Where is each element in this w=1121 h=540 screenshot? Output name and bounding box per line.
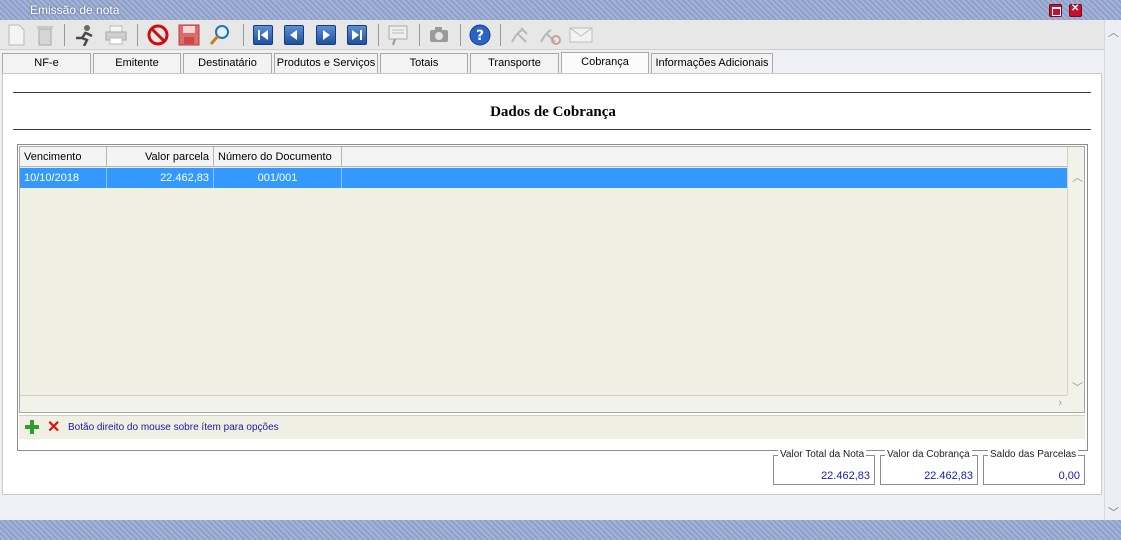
last-record-icon[interactable] bbox=[345, 23, 369, 47]
tab-informacoes-adicionais[interactable]: Informações Adicionais bbox=[651, 53, 773, 73]
close-button[interactable] bbox=[1069, 3, 1082, 17]
printer-icon[interactable] bbox=[104, 23, 128, 47]
new-document-icon[interactable] bbox=[4, 23, 28, 47]
tab-destinatario[interactable]: Destinatário bbox=[183, 53, 272, 73]
add-icon[interactable] bbox=[25, 420, 39, 434]
divider bbox=[13, 92, 1091, 93]
search-icon[interactable] bbox=[208, 23, 232, 47]
runner-icon[interactable] bbox=[72, 23, 96, 47]
column-header-valor-parcela[interactable]: Valor parcela bbox=[107, 147, 214, 167]
window-scrollbar[interactable]: ︿ ﹀ bbox=[1104, 20, 1121, 520]
parcelas-grid-box: Vencimento Valor parcela Número do Docum… bbox=[17, 144, 1088, 451]
first-record-icon[interactable] bbox=[251, 23, 275, 47]
valor-total-nota-label: Valor Total da Nota bbox=[778, 449, 867, 460]
preview-icon[interactable] bbox=[386, 23, 410, 47]
cell-valor-parcela: 22.462,83 bbox=[107, 168, 214, 188]
tab-totais[interactable]: Totais bbox=[380, 53, 468, 73]
camera-icon[interactable] bbox=[427, 23, 451, 47]
valor-total-nota-field: Valor Total da Nota 22.462,83 bbox=[773, 449, 875, 485]
window-titlebar: Emissão de nota bbox=[0, 0, 1121, 20]
divider bbox=[13, 129, 1091, 130]
column-header-numero-documento[interactable]: Número do Documento bbox=[214, 147, 342, 167]
saldo-parcelas-label: Saldo das Parcelas bbox=[988, 449, 1079, 460]
sign-icon[interactable] bbox=[508, 23, 532, 47]
trash-icon[interactable] bbox=[33, 23, 57, 47]
scroll-down-icon[interactable]: ﹀ bbox=[1072, 379, 1083, 395]
delete-icon[interactable]: ✕ bbox=[47, 416, 60, 440]
maximize-button[interactable] bbox=[1049, 4, 1062, 17]
tab-transporte[interactable]: Transporte bbox=[470, 53, 559, 73]
column-header-vencimento[interactable]: Vencimento bbox=[20, 147, 107, 167]
grid-hint-text: Botão direito do mouse sobre ítem para o… bbox=[68, 422, 279, 433]
grid-horizontal-scrollbar[interactable]: › bbox=[20, 395, 1068, 412]
valor-cobranca-label: Valor da Cobrança bbox=[885, 449, 972, 460]
tab-produtos-servicos[interactable]: Produtos e Serviços bbox=[274, 53, 378, 73]
grid-vertical-scrollbar[interactable]: ︿ ﹀ bbox=[1067, 147, 1084, 396]
scroll-up-icon[interactable]: ︿ bbox=[1072, 169, 1083, 185]
email-icon[interactable] bbox=[569, 23, 593, 47]
section-title: Dados de Cobrança bbox=[490, 104, 616, 120]
valor-cobranca-field: Valor da Cobrança 22.462,83 bbox=[880, 449, 978, 485]
window-bottom-bar bbox=[0, 520, 1121, 540]
cancel-icon[interactable] bbox=[146, 23, 170, 47]
cell-vencimento: 10/10/2018 bbox=[20, 168, 107, 188]
tab-emitente[interactable]: Emitente bbox=[93, 53, 181, 73]
saldo-parcelas-field: Saldo das Parcelas 0,00 bbox=[983, 449, 1085, 485]
next-record-icon[interactable] bbox=[314, 23, 338, 47]
help-icon[interactable]: ? bbox=[468, 23, 492, 47]
scrollbar-corner bbox=[1067, 395, 1084, 412]
cell-numero-documento: 001/001 bbox=[214, 168, 342, 188]
window-title: Emissão de nota bbox=[30, 3, 120, 17]
tab-nfe[interactable]: NF-e bbox=[2, 53, 91, 73]
valor-cobranca-value: 22.462,83 bbox=[924, 470, 973, 482]
sign-cancel-icon[interactable] bbox=[538, 23, 562, 47]
grid-header: Vencimento Valor parcela Número do Docum… bbox=[20, 147, 1068, 167]
scroll-right-icon[interactable]: › bbox=[1058, 397, 1062, 409]
save-icon[interactable] bbox=[177, 23, 201, 47]
parcelas-grid: Vencimento Valor parcela Número do Docum… bbox=[19, 146, 1085, 413]
previous-record-icon[interactable] bbox=[282, 23, 306, 47]
toolbar: ? bbox=[0, 20, 1104, 50]
valor-total-nota-value: 22.462,83 bbox=[821, 470, 870, 482]
saldo-parcelas-value: 0,00 bbox=[1058, 470, 1080, 482]
tab-cobranca[interactable]: Cobrança bbox=[561, 52, 649, 73]
cobranca-panel: Dados de Cobrança Vencimento Valor parce… bbox=[2, 73, 1102, 495]
grid-footer: ✕ Botão direito do mouse sobre ítem para… bbox=[19, 415, 1085, 439]
scroll-up-icon[interactable]: ︿ bbox=[1108, 24, 1119, 40]
table-row[interactable]: 10/10/2018 22.462,83 001/001 bbox=[20, 168, 1068, 188]
scroll-down-icon[interactable]: ﹀ bbox=[1108, 504, 1119, 520]
svg-text:?: ? bbox=[476, 28, 484, 44]
